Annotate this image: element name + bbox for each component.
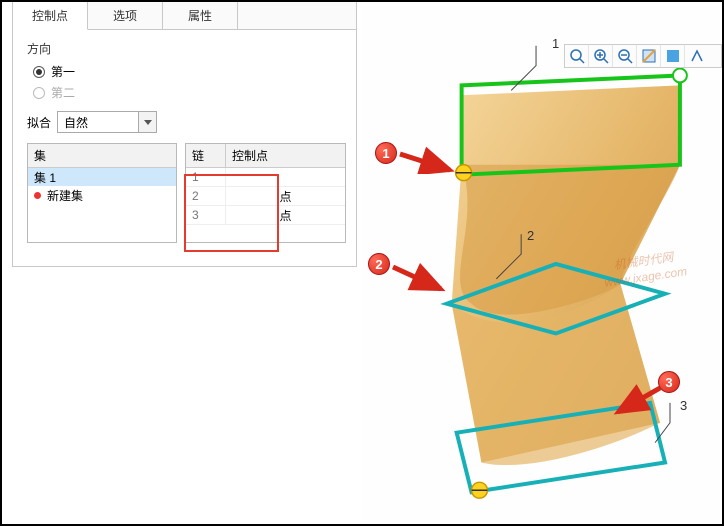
radio-first[interactable]: 第一 (33, 63, 346, 80)
set-item-new-label: 新建集 (47, 187, 83, 204)
control-point-grid[interactable]: 链 控制点 1 2 点 3 点 (185, 143, 346, 243)
row-value (226, 168, 345, 186)
orient-icon[interactable] (685, 45, 709, 67)
radio-first-label: 第一 (51, 63, 75, 80)
zoom-out-icon[interactable] (613, 45, 637, 67)
col-control-point: 控制点 (226, 144, 345, 167)
row-value: 点 (226, 187, 345, 205)
lists-container: 集 集 1 新建集 链 控制点 1 (27, 143, 346, 243)
refit-icon[interactable] (637, 45, 661, 67)
arrow-icon (398, 144, 458, 174)
fit-value: 自然 (58, 112, 138, 132)
row-index: 1 (186, 168, 226, 186)
radio-second: 第二 (33, 84, 346, 101)
table-row[interactable]: 3 点 (186, 206, 345, 225)
tab-properties[interactable]: 属性 (163, 2, 238, 29)
row-index: 2 (186, 187, 226, 205)
radio-icon (33, 87, 45, 99)
zoom-fit-icon[interactable] (565, 45, 589, 67)
radio-second-label: 第二 (51, 84, 75, 101)
set-header: 集 (28, 144, 176, 168)
col-chain: 链 (186, 144, 226, 167)
table-row[interactable]: 2 点 (186, 187, 345, 206)
tab-bar: 控制点 选项 属性 (13, 2, 356, 30)
view-toolbar (564, 44, 722, 68)
arrow-icon (391, 261, 449, 295)
zoom-in-icon[interactable] (589, 45, 613, 67)
panel-body: 方向 第一 第二 拟合 自然 集 集 1 (13, 30, 356, 253)
row-value: 点 (226, 206, 345, 224)
arrow-icon (612, 384, 664, 418)
new-set-indicator-icon (34, 192, 41, 199)
scene-label-2: 2 (527, 228, 534, 243)
scene-label-3: 3 (680, 398, 687, 413)
row-index: 3 (186, 206, 226, 224)
fit-combo[interactable]: 自然 (57, 111, 157, 133)
shading-icon[interactable] (661, 45, 685, 67)
set-listbox[interactable]: 集 集 1 新建集 (27, 143, 177, 243)
set-item-1[interactable]: 集 1 (28, 168, 176, 186)
callout-1: 1 (375, 142, 397, 164)
scene-label-1: 1 (552, 36, 559, 51)
grid-header: 链 控制点 (186, 144, 345, 168)
set-header-label: 集 (28, 144, 176, 167)
direction-label: 方向 (27, 40, 346, 57)
table-row[interactable]: 1 (186, 168, 345, 187)
set-item-1-label: 集 1 (34, 169, 56, 186)
tab-options[interactable]: 选项 (88, 2, 163, 29)
fit-label: 拟合 (27, 114, 51, 131)
chevron-down-icon[interactable] (138, 112, 156, 132)
tab-control-points[interactable]: 控制点 (13, 2, 88, 30)
set-item-new[interactable]: 新建集 (28, 186, 176, 204)
fit-row: 拟合 自然 (27, 111, 346, 133)
callout-2: 2 (368, 253, 390, 275)
property-panel: 控制点 选项 属性 方向 第一 第二 拟合 自然 集 (12, 2, 357, 267)
radio-icon (33, 66, 45, 78)
